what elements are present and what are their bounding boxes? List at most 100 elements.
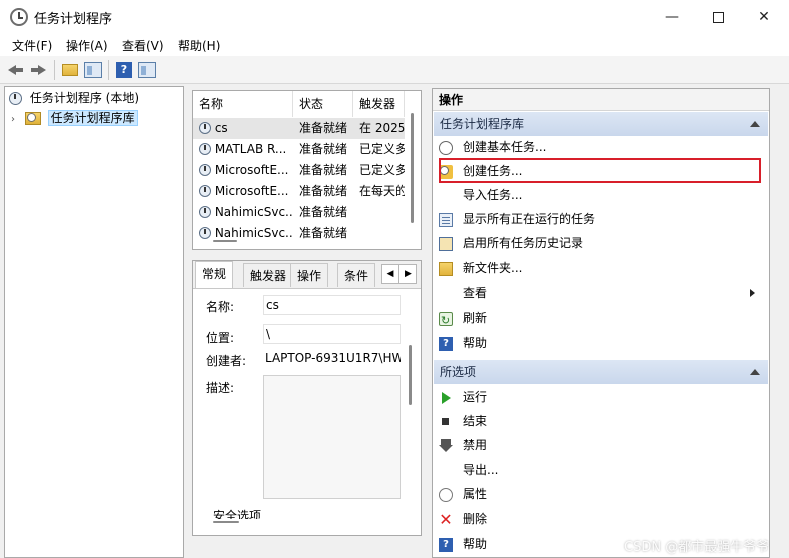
action-help[interactable]: ? 帮助	[439, 332, 487, 354]
actions-pane-title: 操作	[433, 89, 769, 111]
action-label: 导出...	[463, 463, 499, 477]
help-icon[interactable]: ?	[116, 62, 132, 78]
location-label: 位置:	[206, 331, 235, 345]
action-disable[interactable]: 禁用	[439, 434, 487, 456]
tab-scroll-left-icon[interactable]: ◀	[382, 265, 399, 283]
up-folder-icon[interactable]	[62, 64, 78, 76]
task-clock-icon	[199, 226, 211, 239]
location-field[interactable]: \	[263, 324, 401, 344]
chevron-right-icon[interactable]: ›	[11, 111, 21, 129]
collapse-up-icon[interactable]	[750, 369, 760, 375]
task-row[interactable]: cs 准备就绪 在 2025	[193, 118, 405, 139]
task-trigger: 已定义多	[359, 163, 405, 177]
forward-arrow-icon[interactable]	[28, 60, 48, 80]
task-row[interactable]: NahimicSvc... 准备就绪	[193, 202, 405, 223]
name-label: 名称:	[206, 300, 235, 314]
action-view[interactable]: 查看	[439, 282, 763, 304]
task-clock-icon	[199, 142, 211, 155]
maximize-icon	[712, 11, 724, 23]
task-status: 准备就绪	[299, 226, 348, 240]
action-create-basic-task[interactable]: 创建基本任务...	[439, 136, 546, 158]
author-label: 创建者:	[206, 354, 247, 368]
delete-icon: ✕	[439, 509, 453, 529]
tab-scroll-buttons: ◀ ▶	[381, 264, 417, 284]
minimize-button[interactable]: —	[649, 0, 695, 34]
properties-icon	[439, 487, 453, 502]
collapse-up-icon[interactable]	[750, 121, 760, 127]
window-title: 任务计划程序	[34, 12, 113, 27]
menu-help[interactable]: 帮助(H)	[178, 37, 220, 54]
tab-conditions[interactable]: 条件	[337, 263, 376, 287]
action-refresh[interactable]: 刷新	[439, 307, 488, 332]
action-properties[interactable]: 属性	[439, 483, 487, 505]
tree-root-label: 任务计划程序 (本地)	[29, 91, 140, 105]
tree-item-library[interactable]: › 任务计划程序库	[11, 109, 138, 127]
menu-view[interactable]: 查看(V)	[122, 37, 164, 54]
action-export[interactable]: 导出...	[439, 459, 498, 481]
menu-action[interactable]: 操作(A)	[66, 37, 108, 54]
action-label: 查看	[463, 286, 488, 300]
tab-scroll-right-icon[interactable]: ▶	[400, 265, 417, 283]
toolbar-separator	[54, 60, 55, 80]
action-show-running-tasks[interactable]: 显示所有正在运行的任务	[439, 208, 595, 230]
action-label: 刷新	[463, 311, 488, 325]
task-name: MicrosoftE...	[214, 184, 289, 198]
description-field[interactable]	[263, 375, 401, 499]
task-library-icon	[24, 112, 41, 125]
task-row[interactable]: MicrosoftE... 准备就绪 在每天的	[193, 181, 405, 202]
details-horizontal-scrollbar[interactable]	[213, 521, 239, 523]
task-clock-icon	[199, 163, 211, 176]
action-run[interactable]: 运行	[439, 386, 487, 408]
toolbar: ?	[0, 56, 789, 84]
basic-task-icon	[439, 140, 453, 155]
help-icon: ?	[439, 537, 453, 552]
task-list-pane: 名称 状态 触发器 cs 准备就绪 在 2025 MATLAB R... 准备就…	[192, 90, 422, 250]
name-field[interactable]: cs	[263, 295, 401, 315]
tree-root-item[interactable]: 任务计划程序 (本地)	[9, 89, 139, 107]
action-end[interactable]: 结束	[439, 410, 487, 432]
tab-triggers[interactable]: 触发器	[243, 263, 294, 287]
action-label: 帮助	[463, 336, 488, 350]
task-list-vertical-scrollbar[interactable]	[411, 113, 414, 223]
action-label: 结束	[463, 414, 488, 428]
action-label: 删除	[463, 512, 488, 526]
action-new-folder[interactable]: 新文件夹...	[439, 257, 522, 279]
action-label: 禁用	[463, 438, 488, 452]
tab-actions[interactable]: 操作	[290, 263, 329, 287]
task-details-pane: 常规 触发器 操作 条件 ◀ ▶ 名称: cs 位置: \ 创建者: LAPTO…	[192, 260, 422, 536]
task-status: 准备就绪	[299, 142, 348, 156]
tab-general[interactable]: 常规	[195, 261, 234, 288]
task-list-horizontal-scrollbar[interactable]	[213, 240, 237, 242]
author-field[interactable]: LAPTOP-6931U1R7\HW	[263, 349, 401, 369]
close-button[interactable]: ✕	[741, 0, 787, 34]
task-status: 准备就绪	[299, 184, 348, 198]
action-delete[interactable]: ✕ 删除	[439, 508, 487, 530]
action-import-task[interactable]: 导入任务...	[439, 184, 522, 206]
folder-icon	[439, 261, 453, 276]
back-arrow-icon[interactable]	[6, 60, 26, 80]
menu-bar: 文件(F) 操作(A) 查看(V) 帮助(H)	[0, 34, 789, 56]
column-header-status[interactable]: 状态	[293, 91, 353, 117]
task-row[interactable]: MicrosoftE... 准备就绪 已定义多	[193, 160, 405, 181]
selected-section-header[interactable]: 所选项	[434, 360, 768, 384]
show-hide-action-pane-icon[interactable]	[138, 62, 156, 78]
action-help-selected[interactable]: ? 帮助	[439, 533, 487, 555]
refresh-icon	[439, 310, 453, 332]
maximize-button[interactable]	[695, 0, 741, 34]
action-enable-history[interactable]: 启用所有任务历史记录	[439, 232, 583, 254]
description-label: 描述:	[206, 381, 235, 395]
task-clock-icon	[199, 184, 211, 197]
action-label: 显示所有正在运行的任务	[463, 212, 596, 226]
library-section-title: 任务计划程序库	[440, 117, 525, 131]
column-header-name[interactable]: 名称	[193, 91, 293, 117]
show-hide-console-tree-icon[interactable]	[84, 62, 102, 78]
library-section-header[interactable]: 任务计划程序库	[434, 112, 768, 136]
task-name: MicrosoftE...	[214, 163, 289, 177]
action-label: 创建基本任务...	[463, 140, 547, 154]
watermark-text: CSDN @都市最强牛爷爷	[624, 540, 770, 555]
details-vertical-scrollbar[interactable]	[409, 345, 412, 405]
console-tree: 任务计划程序 (本地) › 任务计划程序库	[4, 86, 184, 558]
column-header-trigger[interactable]: 触发器	[353, 91, 405, 117]
task-row[interactable]: MATLAB R... 准备就绪 已定义多	[193, 139, 405, 160]
menu-file[interactable]: 文件(F)	[12, 37, 52, 54]
